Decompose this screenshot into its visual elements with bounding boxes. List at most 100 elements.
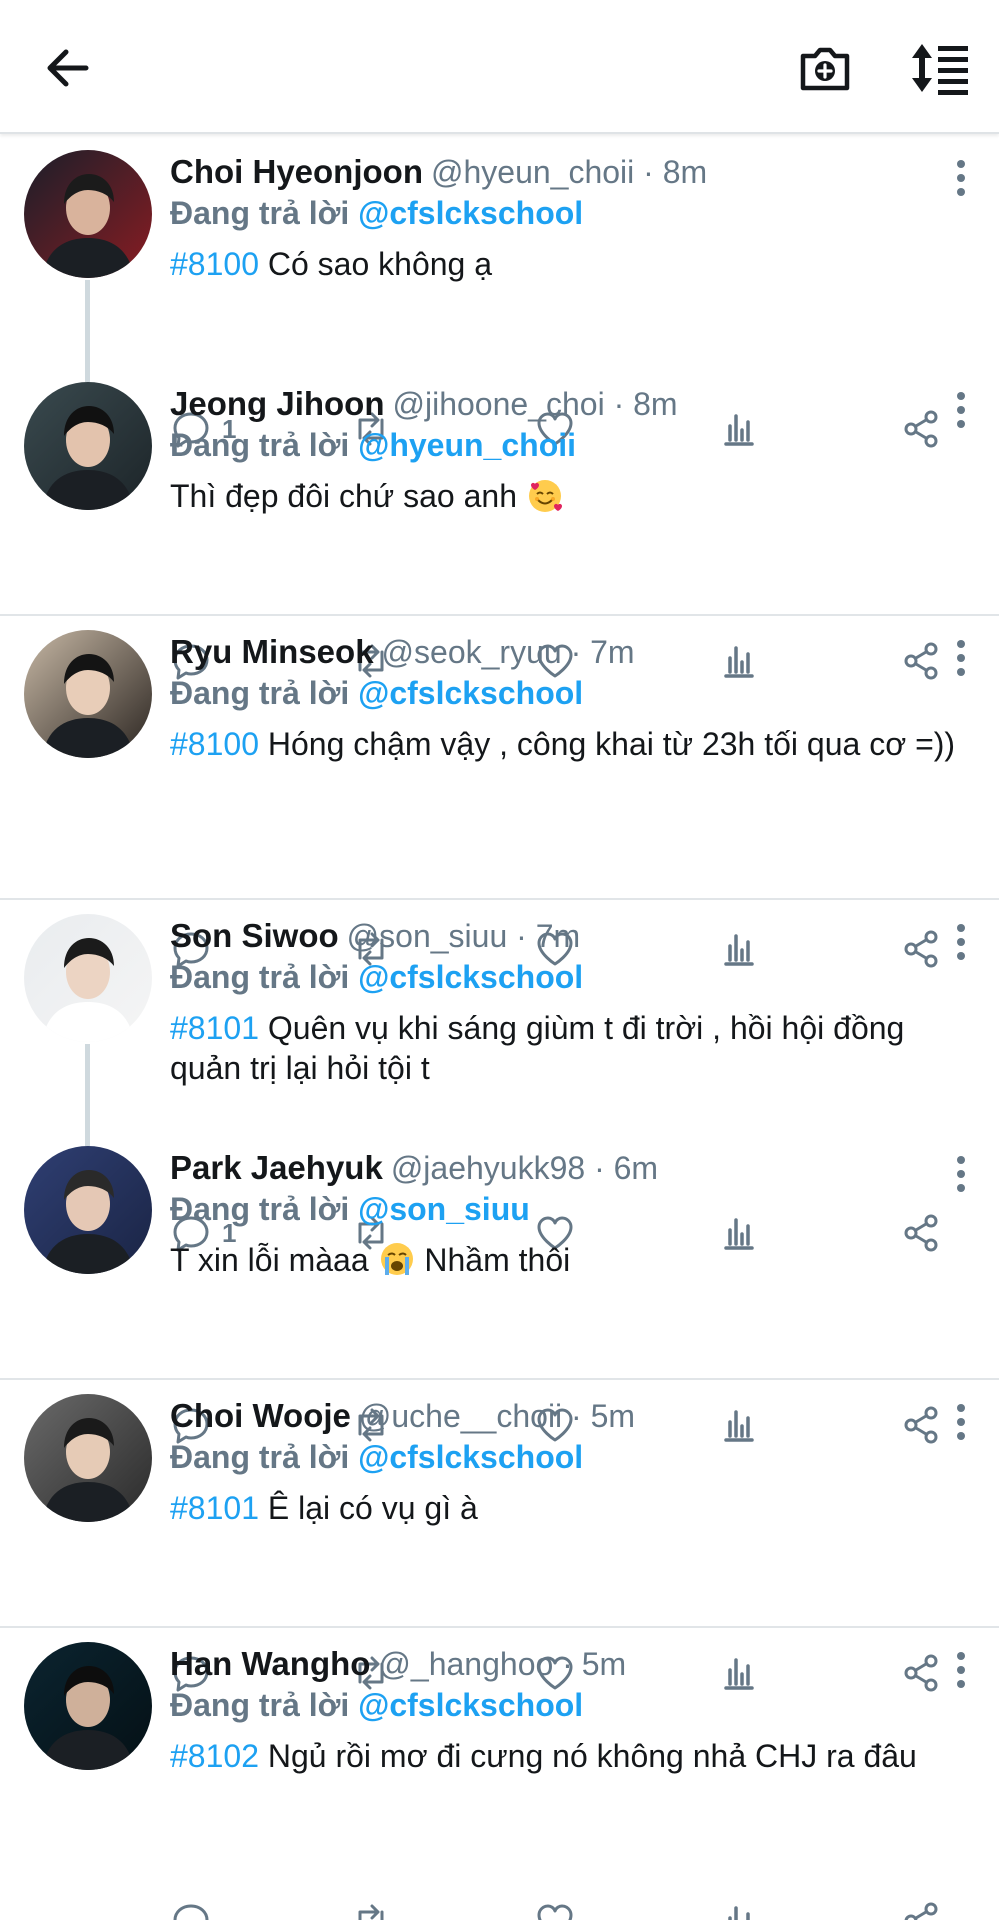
tweet-header: Son Siwoo @son_siuu · 7m	[170, 916, 959, 956]
replying-to: Đang trả lời @cfslckschool	[170, 192, 959, 234]
replying-to: Đang trả lời @cfslckschool	[170, 1436, 959, 1478]
arrow-left-icon[interactable]	[40, 40, 96, 96]
tweet-header: Ryu Minseok @seok_ryuu · 7m	[170, 632, 959, 672]
tweet-text: #8100 Có sao không ạ	[170, 246, 493, 282]
tweet-text: #8102 Ngủ rồi mơ đi cưng nó không nhả CH…	[170, 1738, 917, 1774]
replying-to-mention[interactable]: @hyeun_choii	[358, 427, 576, 463]
hashtag[interactable]: #8100	[170, 726, 259, 762]
share-button[interactable]	[900, 1896, 942, 1920]
avatar[interactable]	[24, 630, 152, 758]
tweet-item[interactable]: Han Wangho @_hanghoo · 5m Đang trả lời @c…	[0, 1628, 999, 1920]
tweet-content: Han Wangho @_hanghoo · 5m Đang trả lời @c…	[170, 1644, 959, 1776]
analytics-icon	[728, 1906, 750, 1920]
tweet-actions	[170, 1896, 960, 1920]
tweet-item[interactable]: Ryu Minseok @seok_ryuu · 7m Đang trả lời …	[0, 616, 999, 968]
retweet-icon	[358, 1904, 384, 1920]
author-handle-time: @jihoone_choi · 8m	[392, 386, 678, 422]
tweet-content: Park Jaehyuk @jaehyukk98 · 6m Đang trả lờ…	[170, 1148, 959, 1280]
author-name[interactable]: Jeong Jihoon	[170, 385, 385, 422]
tweet-content: Jeong Jihoon @jihoone_choi · 8m Đang trả …	[170, 384, 959, 516]
author-name[interactable]: Son Siwoo	[170, 917, 339, 954]
replying-to-label: Đang trả lời	[170, 675, 359, 711]
replying-to-mention[interactable]: @son_siuu	[358, 1191, 530, 1227]
author-name[interactable]: Han Wangho	[170, 1645, 370, 1682]
author-handle-time: @jaehyukk98 · 6m	[390, 1150, 659, 1186]
replying-to-label: Đang trả lời	[170, 1439, 359, 1475]
tweet-item[interactable]: Son Siwoo @son_siuu · 7m Đang trả lời @cf…	[0, 900, 999, 1252]
tweet-item[interactable]: Choi Hyeonjoon @hyeun_choii · 8m Đang trả…	[0, 136, 999, 448]
author-name[interactable]: Park Jaehyuk	[170, 1149, 383, 1186]
hashtag[interactable]: #8101	[170, 1010, 259, 1046]
more-options-icon[interactable]	[953, 158, 969, 198]
more-options-icon[interactable]	[953, 1402, 969, 1442]
top-bar	[0, 0, 999, 134]
replying-to-label: Đang trả lời	[170, 1687, 359, 1723]
tweet-content: Son Siwoo @son_siuu · 7m Đang trả lời @cf…	[170, 916, 959, 1088]
retweet-button[interactable]	[350, 1896, 392, 1920]
replying-to-mention[interactable]: @cfslckschool	[358, 1439, 583, 1475]
author-name[interactable]: Choi Wooje	[170, 1397, 351, 1434]
author-handle-time: @_hanghoo · 5m	[378, 1646, 627, 1682]
share-icon	[904, 1902, 938, 1920]
replying-to-mention[interactable]: @cfslckschool	[358, 195, 583, 231]
thread-line	[85, 1044, 90, 1132]
author-handle-time: @seok_ryuu · 7m	[381, 634, 635, 670]
avatar[interactable]	[24, 382, 152, 510]
hashtag[interactable]: #8102	[170, 1738, 259, 1774]
replying-to: Đang trả lời @son_siuu	[170, 1188, 959, 1230]
tweet-content: Choi Hyeonjoon @hyeun_choii · 8m Đang trả…	[170, 152, 959, 284]
avatar[interactable]	[24, 914, 152, 1042]
replying-to: Đang trả lời @cfslckschool	[170, 956, 959, 998]
like-button[interactable]	[534, 1896, 576, 1920]
author-name[interactable]: Ryu Minseok	[170, 633, 374, 670]
more-options-icon[interactable]	[953, 922, 969, 962]
tweet-item[interactable]: Choi Wooje @uche__choii · 5m Đang trả lời…	[0, 1380, 999, 1692]
author-name[interactable]: Choi Hyeonjoon	[170, 153, 423, 190]
replying-to: Đang trả lời @cfslckschool	[170, 672, 959, 714]
more-options-icon[interactable]	[953, 1650, 969, 1690]
thread-line	[85, 368, 90, 382]
tweet-text: T xin lỗi màaa Nhầm thôi	[170, 1242, 571, 1278]
author-handle-time: @hyeun_choii · 8m	[430, 154, 708, 190]
heart-icon	[537, 1904, 573, 1920]
thread-line	[85, 280, 90, 368]
more-options-icon[interactable]	[953, 390, 969, 430]
reply-button[interactable]	[170, 1896, 222, 1920]
tweet-header: Choi Wooje @uche__choii · 5m	[170, 1396, 959, 1436]
tweet-text: #8100 Hóng chậm vậy , công khai từ 23h t…	[170, 726, 956, 762]
replying-to-label: Đang trả lời	[170, 427, 359, 463]
replying-to: Đang trả lời @cfslckschool	[170, 1684, 959, 1726]
replying-to-label: Đang trả lời	[170, 959, 359, 995]
sort-list-icon[interactable]	[908, 38, 974, 98]
analytics-button[interactable]	[718, 1896, 760, 1920]
tweet-content: Choi Wooje @uche__choii · 5m Đang trả lời…	[170, 1396, 959, 1528]
tweet-header: Choi Hyeonjoon @hyeun_choii · 8m	[170, 152, 959, 192]
avatar[interactable]	[24, 1642, 152, 1770]
tweet-header: Han Wangho @_hanghoo · 5m	[170, 1644, 959, 1684]
tweet-content: Ryu Minseok @seok_ryuu · 7m Đang trả lời …	[170, 632, 959, 764]
tweet-text: #8101 Quên vụ khi sáng giùm t đi trời , …	[170, 1010, 905, 1086]
avatar[interactable]	[24, 1394, 152, 1522]
thread-line	[85, 1132, 90, 1146]
tweet-header: Jeong Jihoon @jihoone_choi · 8m	[170, 384, 959, 424]
tweet-header: Park Jaehyuk @jaehyukk98 · 6m	[170, 1148, 959, 1188]
author-handle-time: @son_siuu · 7m	[346, 918, 581, 954]
reply-icon	[173, 1904, 209, 1920]
reply-feed: Choi Hyeonjoon @hyeun_choii · 8m Đang trả…	[0, 136, 999, 1920]
replying-to-label: Đang trả lời	[170, 1191, 359, 1227]
camera-plus-icon[interactable]	[795, 38, 855, 98]
replying-to-mention[interactable]: @cfslckschool	[358, 1687, 583, 1723]
tweet-item[interactable]: Jeong Jihoon @jihoone_choi · 8m Đang trả …	[0, 368, 999, 680]
tweet-item[interactable]: Park Jaehyuk @jaehyukk98 · 6m Đang trả lờ…	[0, 1132, 999, 1444]
replying-to-label: Đang trả lời	[170, 195, 359, 231]
avatar[interactable]	[24, 150, 152, 278]
hashtag[interactable]: #8100	[170, 246, 259, 282]
author-handle-time: @uche__choii · 5m	[358, 1398, 636, 1434]
avatar[interactable]	[24, 1146, 152, 1274]
more-options-icon[interactable]	[953, 638, 969, 678]
replying-to-mention[interactable]: @cfslckschool	[358, 959, 583, 995]
smiling-face-with-hearts-icon	[528, 480, 562, 512]
more-options-icon[interactable]	[953, 1154, 969, 1194]
replying-to-mention[interactable]: @cfslckschool	[358, 675, 583, 711]
hashtag[interactable]: #8101	[170, 1490, 259, 1526]
